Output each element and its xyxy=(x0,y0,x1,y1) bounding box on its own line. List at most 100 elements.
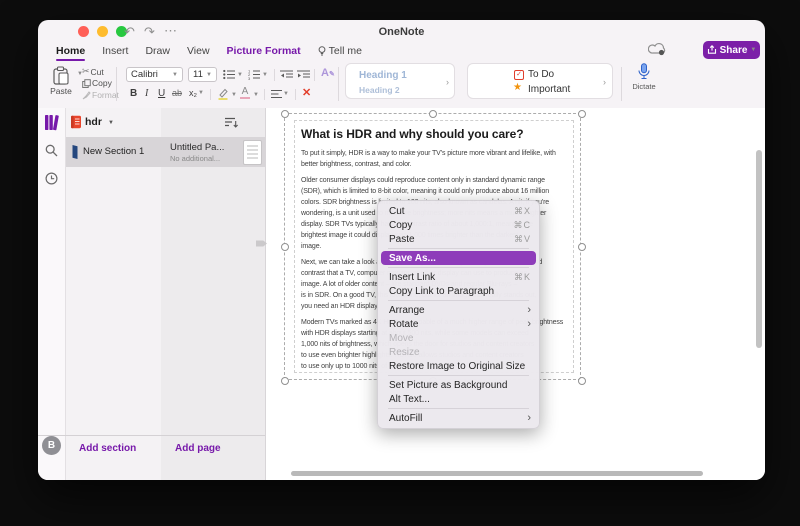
menu-item-label: Resize xyxy=(389,347,420,358)
menu-item-arrange[interactable]: Arrange› xyxy=(378,303,539,317)
tags-gallery[interactable]: ✓ To Do ★ Important › xyxy=(467,63,613,99)
strikethrough-button[interactable]: ab xyxy=(172,88,182,98)
underline-button[interactable]: U xyxy=(158,88,165,99)
group-separator xyxy=(210,89,211,100)
text-line: To put it simply, HDR is a way to make y… xyxy=(301,148,567,159)
menu-item-paste[interactable]: Paste⌘V xyxy=(378,232,539,246)
menu-separator xyxy=(388,267,529,268)
resize-handle[interactable] xyxy=(429,110,437,118)
avatar[interactable]: B xyxy=(42,436,61,455)
horizontal-scrollbar[interactable] xyxy=(291,471,703,476)
format-painter-button[interactable]: Format xyxy=(82,90,119,100)
resize-handle[interactable] xyxy=(281,377,289,385)
indent-button[interactable] xyxy=(297,70,310,80)
close-window-button[interactable] xyxy=(78,26,89,37)
tab-home[interactable]: Home xyxy=(56,45,85,60)
menu-item-copy-link-to-paragraph[interactable]: Copy Link to Paragraph xyxy=(378,284,539,298)
resize-handle[interactable] xyxy=(578,110,586,118)
notebooks-icon[interactable] xyxy=(44,114,60,131)
numbered-list-button[interactable]: 123 ▼ xyxy=(248,69,268,80)
submenu-arrow-icon: › xyxy=(527,318,531,330)
recent-notes-icon[interactable] xyxy=(45,172,58,185)
share-label: Share xyxy=(720,45,748,56)
menu-item-label: Arrange xyxy=(389,305,425,316)
tag-todo[interactable]: To Do xyxy=(528,69,554,80)
chevron-down-icon[interactable]: ▼ xyxy=(231,92,237,98)
add-section-button[interactable]: Add section xyxy=(79,443,136,454)
text-line: Older consumer displays could reproduce … xyxy=(301,175,567,186)
menu-item-label: Cut xyxy=(389,206,405,217)
italic-button[interactable]: I xyxy=(145,88,148,99)
navigation-rail: B xyxy=(38,108,65,480)
vertical-scrollbar[interactable] xyxy=(756,150,762,348)
share-button[interactable]: Share ▼ xyxy=(703,41,760,59)
undo-icon[interactable]: ↶ xyxy=(124,25,135,38)
menu-item-set-picture-as-background[interactable]: Set Picture as Background xyxy=(378,378,539,392)
dictate-button[interactable]: Dictate xyxy=(627,63,661,91)
font-size-select[interactable]: 11▼ xyxy=(188,67,217,82)
menu-item-label: Insert Link xyxy=(389,272,435,283)
notebook-chevron-icon[interactable]: ▼ xyxy=(108,120,114,126)
style-heading2[interactable]: Heading 2 xyxy=(359,85,400,95)
styles-gallery[interactable]: Heading 1 Heading 2 › xyxy=(345,63,455,99)
menu-item-label: Restore Image to Original Size xyxy=(389,361,525,372)
copy-button[interactable]: Copy xyxy=(82,78,112,88)
delete-icon[interactable]: ✕ xyxy=(302,86,311,99)
font-name-select[interactable]: Calibri▼ xyxy=(126,67,183,82)
cut-button[interactable]: ✂ Cut xyxy=(82,66,104,77)
alignment-button[interactable]: ▼ xyxy=(271,89,289,99)
tag-important[interactable]: Important xyxy=(528,84,570,95)
microphone-icon xyxy=(627,63,661,81)
redo-icon[interactable]: ↷ xyxy=(144,25,155,38)
menu-item-copy[interactable]: Copy⌘C xyxy=(378,218,539,232)
menu-item-save-as[interactable]: Save As... xyxy=(381,251,536,265)
bold-button[interactable]: B xyxy=(130,88,137,99)
paragraph-grip-icon[interactable] xyxy=(255,239,268,248)
chevron-right-icon[interactable]: › xyxy=(603,77,606,87)
minimize-window-button[interactable] xyxy=(97,26,108,37)
menu-item-label: Move xyxy=(389,333,413,344)
menu-item-restore-image-to-original-size[interactable]: Restore Image to Original Size xyxy=(378,359,539,373)
chevron-down-icon[interactable]: ▼ xyxy=(253,92,259,98)
style-heading1[interactable]: Heading 1 xyxy=(359,70,407,81)
bullet-list-button[interactable]: ▼ xyxy=(223,69,243,80)
page-subtitle: No additional... xyxy=(170,154,220,163)
menu-item-label: Paste xyxy=(389,234,415,245)
chevron-right-icon[interactable]: › xyxy=(446,77,449,87)
menu-item-label: Copy xyxy=(389,220,412,231)
tab-insert[interactable]: Insert xyxy=(102,45,128,60)
outdent-button[interactable] xyxy=(280,70,293,80)
highlight-color-button[interactable] xyxy=(217,88,229,100)
resize-handle[interactable] xyxy=(578,243,586,251)
group-separator xyxy=(621,67,622,101)
styles-pane-icon[interactable]: A✎ xyxy=(321,67,335,79)
tab-tell-me[interactable]: Tell me xyxy=(318,45,362,60)
numbered-list-icon: 123 xyxy=(248,69,261,80)
paste-button[interactable]: Paste xyxy=(46,66,76,102)
onenote-window: ↶ ↷ ⋯ OneNote Share ▼ Home Insert Draw V… xyxy=(38,20,765,480)
menu-item-cut[interactable]: Cut⌘X xyxy=(378,204,539,218)
notebook-name[interactable]: hdr xyxy=(85,116,102,128)
resize-handle[interactable] xyxy=(281,243,289,251)
menu-item-autofill[interactable]: AutoFill› xyxy=(378,411,539,425)
search-icon[interactable] xyxy=(45,144,58,157)
subscript-button[interactable]: x₂▼ xyxy=(189,88,204,98)
menu-item-rotate[interactable]: Rotate› xyxy=(378,317,539,331)
menu-item-alt-text[interactable]: Alt Text... xyxy=(378,392,539,406)
font-color-button[interactable]: A xyxy=(240,87,250,99)
sort-pages-icon[interactable] xyxy=(225,117,238,128)
resize-handle[interactable] xyxy=(578,377,586,385)
page-item[interactable]: Untitled Pa... No additional... xyxy=(161,137,265,167)
highlighter-icon xyxy=(217,88,229,100)
tab-view[interactable]: View xyxy=(187,45,210,60)
menu-item-insert-link[interactable]: Insert Link⌘K xyxy=(378,270,539,284)
add-page-button[interactable]: Add page xyxy=(175,443,221,454)
tab-picture-format[interactable]: Picture Format xyxy=(227,45,301,60)
section-item[interactable]: New Section 1 xyxy=(66,137,162,167)
chevron-down-icon: ▼ xyxy=(750,47,756,53)
copy-icon xyxy=(82,79,91,88)
pages-panel: Untitled Pa... No additional... Add page xyxy=(161,108,265,480)
resize-handle[interactable] xyxy=(281,110,289,118)
tab-draw[interactable]: Draw xyxy=(145,45,170,60)
more-icon[interactable]: ⋯ xyxy=(164,24,177,37)
